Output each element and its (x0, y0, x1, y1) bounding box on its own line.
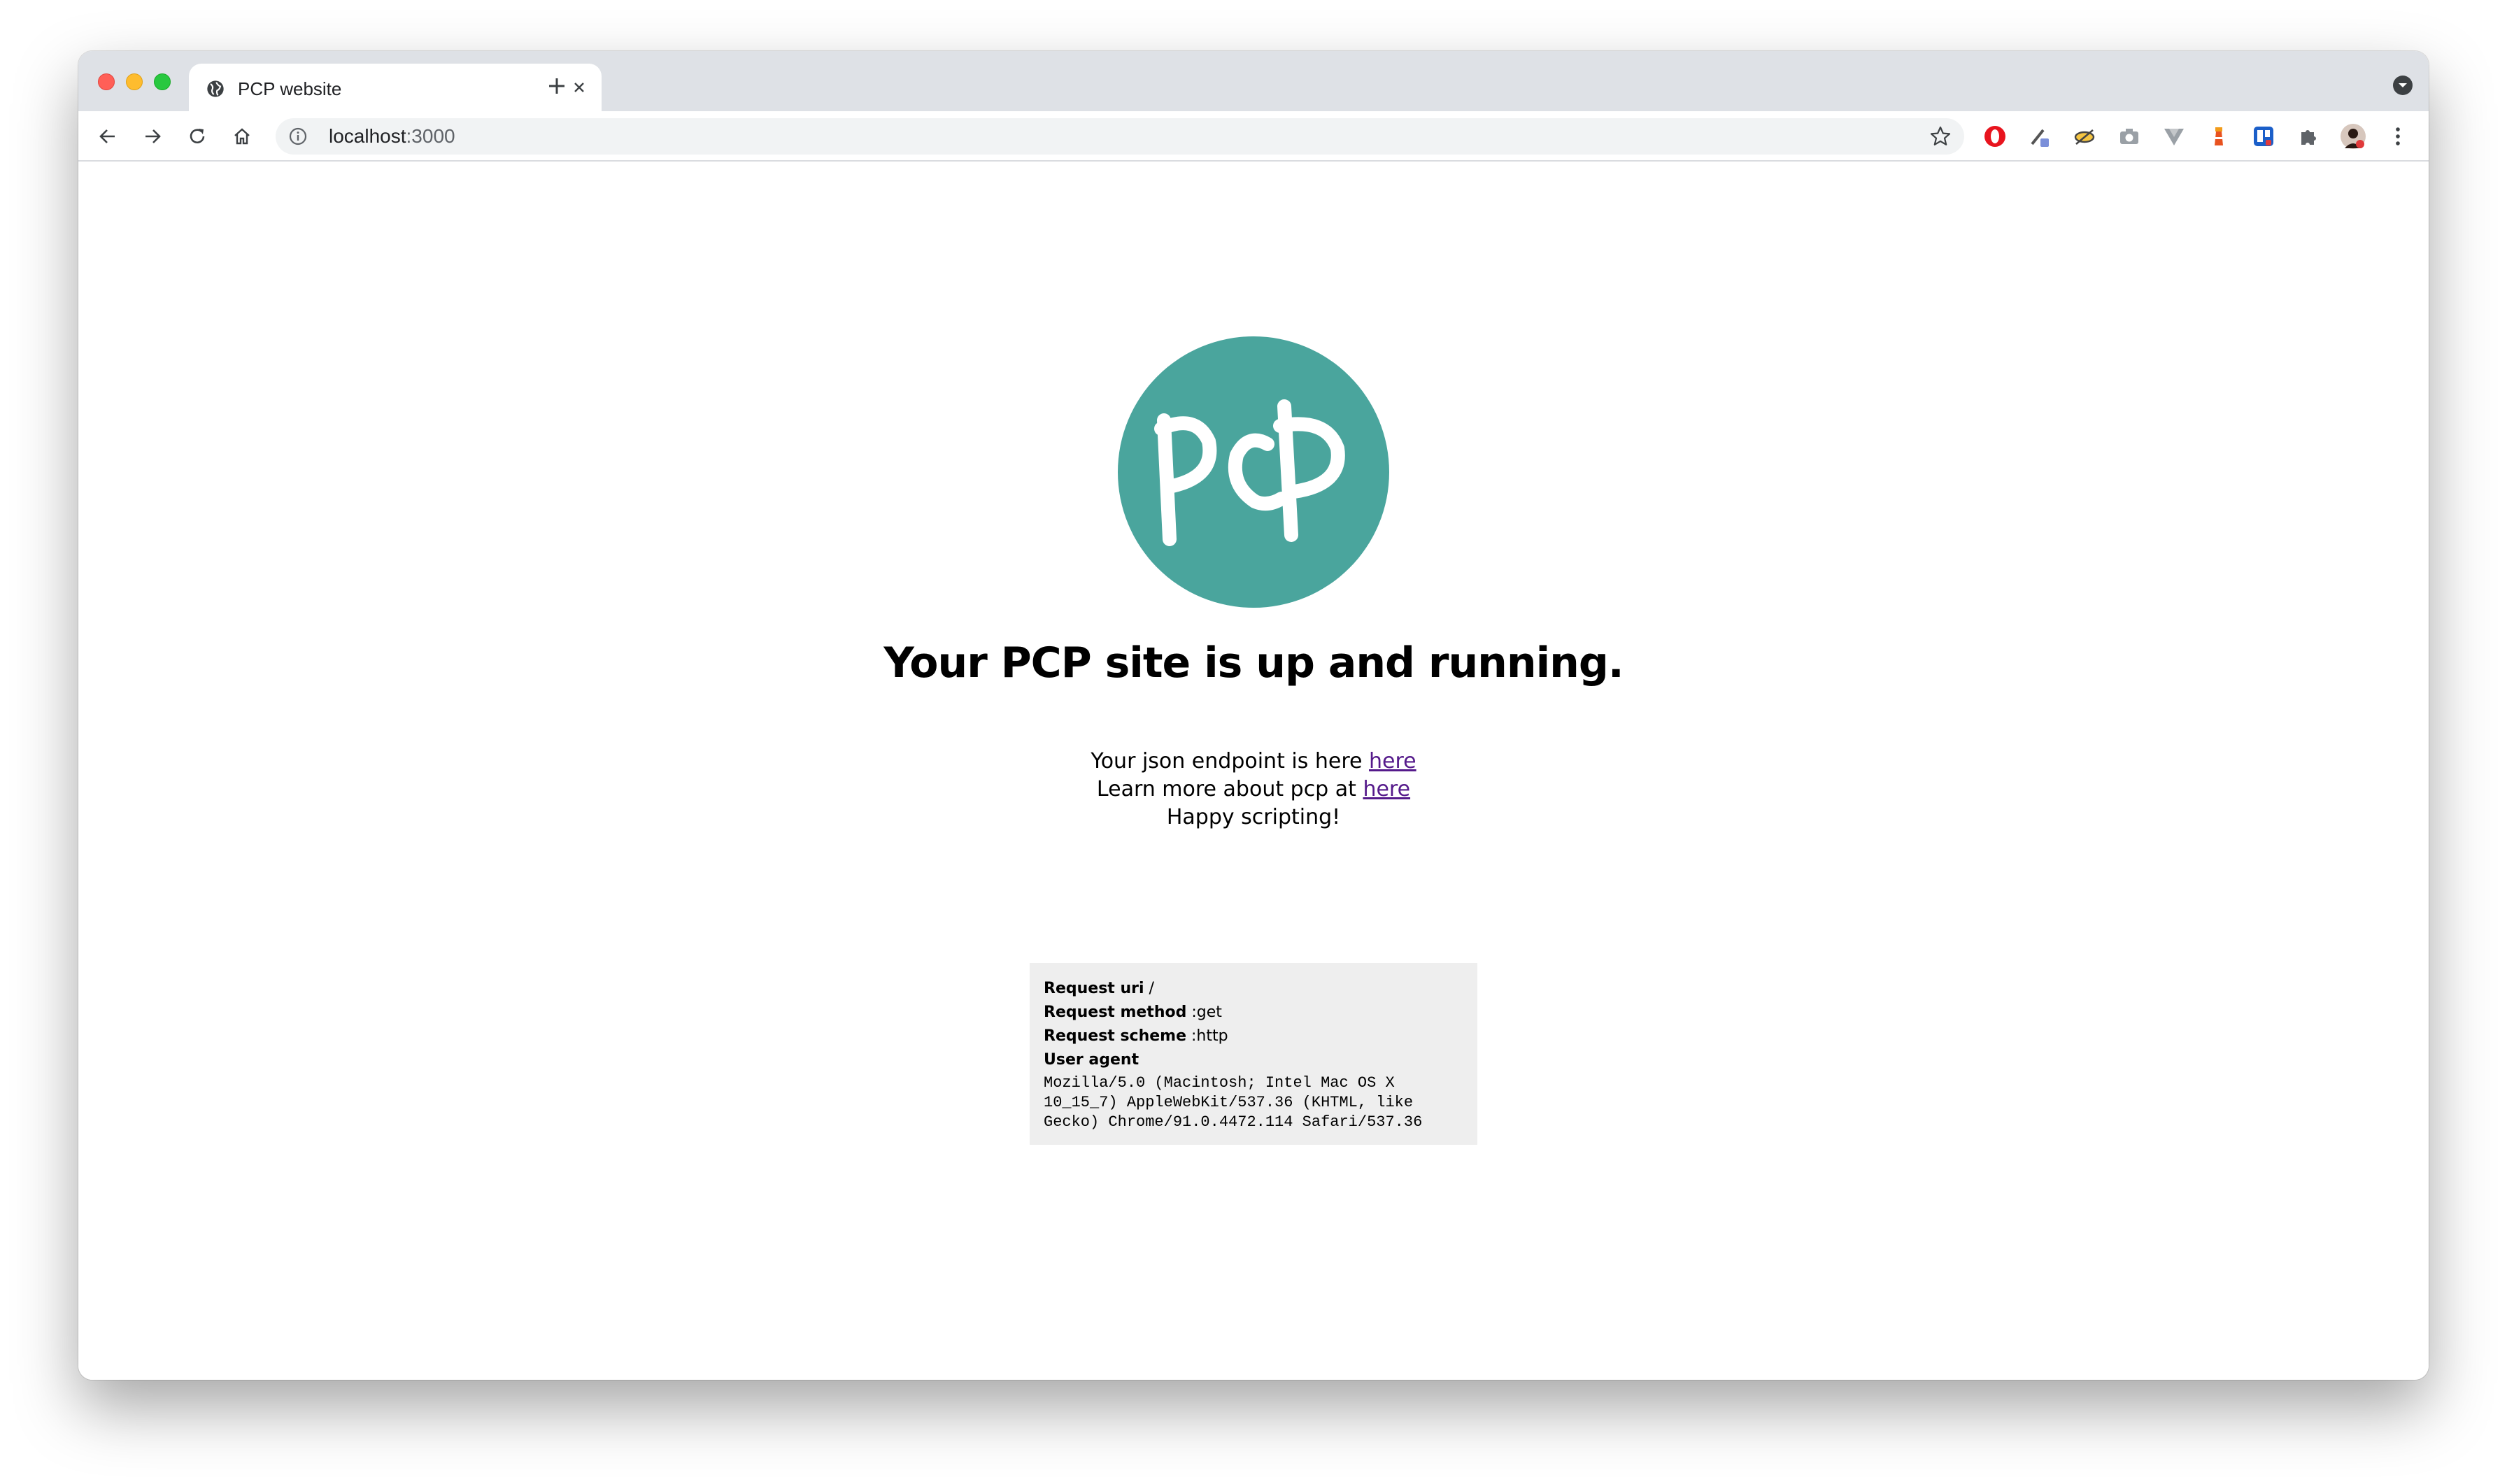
happy-scripting-line: Happy scripting! (1166, 805, 1341, 829)
trello-extension-icon[interactable] (2250, 122, 2278, 150)
request-uri-value: / (1144, 980, 1154, 997)
tab-title: PCP website (238, 78, 342, 99)
url-host: localhost (329, 125, 406, 147)
reload-icon[interactable] (182, 121, 213, 152)
json-endpoint-line: Your json endpoint is here here (78, 748, 2429, 776)
learn-line-text: Learn more about pcp at (1096, 777, 1363, 801)
tab-search-icon[interactable] (2392, 75, 2413, 96)
request-method-label: Request method (1044, 1004, 1187, 1021)
request-scheme-value: :http (1186, 1027, 1228, 1045)
plus-icon[interactable] (543, 72, 571, 100)
json-endpoint-link[interactable]: here (1369, 749, 1416, 773)
info-icon[interactable] (288, 127, 308, 146)
eyedropper-extension-icon[interactable] (2026, 122, 2054, 150)
star-icon[interactable] (1929, 125, 1952, 148)
vue-devtools-icon[interactable] (2160, 122, 2188, 150)
globe-icon (207, 80, 224, 97)
address-bar[interactable]: localhost:3000 (276, 118, 1964, 155)
page-headline: Your PCP site is up and running. (883, 638, 1624, 687)
forward-arrow-icon[interactable] (137, 121, 168, 152)
request-info-box: Request uri / Request method :get Reques… (1030, 963, 1477, 1145)
user-agent-label: User agent (1044, 1051, 1139, 1069)
user-agent-row: User agent (1044, 1048, 1463, 1072)
tab-pcp-website[interactable]: PCP website (189, 64, 602, 111)
request-scheme-label: Request scheme (1044, 1027, 1187, 1045)
avatar[interactable] (2339, 122, 2367, 150)
browser-window: PCP website localhost:3000 Your PCP site… (78, 51, 2429, 1380)
lighthouse-extension-icon[interactable] (2205, 122, 2233, 150)
hidden-eye-extension-icon[interactable] (2071, 122, 2098, 150)
request-method-row: Request method :get (1044, 1001, 1463, 1025)
json-line-text: Your json endpoint is here (1091, 749, 1370, 773)
page-content: Your PCP site is up and running. Your js… (78, 163, 2429, 1380)
request-uri-row: Request uri / (1044, 977, 1463, 1001)
toolbar: localhost:3000 (78, 111, 2429, 162)
url-text[interactable]: localhost:3000 (329, 125, 455, 148)
tab-strip: PCP website (78, 51, 2429, 111)
learn-more-link[interactable]: here (1363, 777, 1410, 801)
kebab-menu-icon[interactable] (2384, 122, 2412, 150)
url-port: :3000 (406, 125, 455, 147)
camera-icon[interactable] (2115, 122, 2143, 150)
request-method-value: :get (1186, 1004, 1222, 1021)
request-uri-label: Request uri (1044, 980, 1144, 997)
pcp-logo (1118, 336, 1389, 608)
home-icon[interactable] (227, 121, 257, 152)
back-arrow-icon[interactable] (92, 121, 123, 152)
info-lines: Your json endpoint is here here Learn mo… (78, 748, 2429, 832)
window-close-button[interactable] (98, 73, 115, 90)
puzzle-icon[interactable] (2294, 122, 2322, 150)
window-maximize-button[interactable] (154, 73, 171, 90)
window-minimize-button[interactable] (126, 73, 143, 90)
user-agent-value: Mozilla/5.0 (Macintosh; Intel Mac OS X 1… (1044, 1074, 1423, 1131)
opera-extension-icon[interactable] (1981, 122, 2009, 150)
request-scheme-row: Request scheme :http (1044, 1025, 1463, 1048)
learn-more-line: Learn more about pcp at here (78, 776, 2429, 804)
